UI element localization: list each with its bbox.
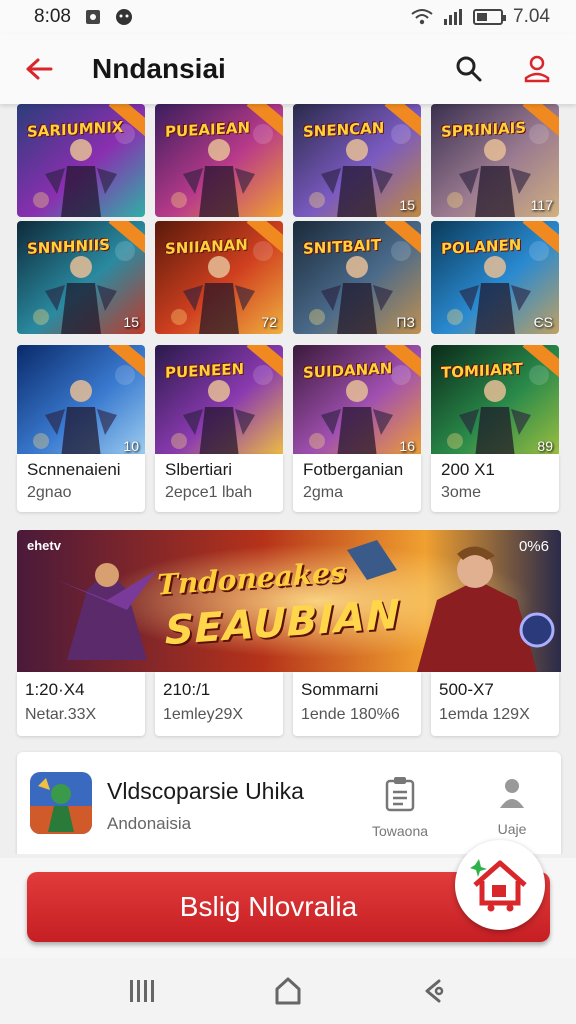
caption-subtitle: 2gnao bbox=[27, 484, 72, 501]
caption-subtitle: 2epce1 lbah bbox=[165, 484, 253, 501]
user-action-label: Uaje bbox=[497, 821, 527, 837]
game-tile[interactable]: PUENEEN bbox=[155, 345, 283, 458]
app-card[interactable]: Vldscoparsie Uhika Andonaisia Towaona Ua… bbox=[17, 752, 561, 854]
stat-value: 210:/1 bbox=[163, 680, 211, 699]
stats-row: 1:20·X4 Netar.33X 210:/1 1emley29X Sommarn… bbox=[17, 672, 561, 736]
profile-button[interactable] bbox=[520, 52, 554, 86]
game-grid-row: 10 PUENEEN SUIDANAN 16 TOMIIART 89 bbox=[17, 345, 561, 458]
stat-card[interactable]: 500-X7 1emda 129X bbox=[431, 672, 559, 736]
cta-label: Bslig Nlovralia bbox=[179, 891, 358, 922]
stat-value: 1:20·X4 bbox=[25, 680, 85, 699]
caption-title: Scnnenaieni bbox=[27, 460, 121, 479]
game-tile[interactable]: SNENCAN 15 bbox=[293, 104, 421, 217]
back-button[interactable] bbox=[22, 52, 56, 86]
person-icon bbox=[500, 779, 524, 808]
status-time: 8:08 bbox=[34, 6, 71, 27]
notification-icon bbox=[115, 9, 132, 25]
recents-button[interactable] bbox=[123, 971, 163, 1011]
search-icon bbox=[456, 56, 482, 82]
stat-label: 1ende 180%6 bbox=[301, 706, 400, 723]
game-tile[interactable]: PUEAIEAN bbox=[155, 104, 283, 217]
caption-subtitle: 3ome bbox=[441, 484, 482, 501]
game-tile[interactable]: SNIIANAN 72 bbox=[155, 221, 283, 334]
home-button[interactable] bbox=[268, 971, 308, 1011]
game-tile[interactable]: 10 bbox=[17, 345, 145, 458]
game-tile[interactable]: SNITBAIT ΠЗ bbox=[293, 221, 421, 334]
user-action[interactable]: Uaje bbox=[472, 776, 552, 837]
home-fab-button[interactable] bbox=[455, 840, 545, 930]
battery-text: 7.04 bbox=[513, 6, 550, 27]
app-icon-artwork bbox=[30, 772, 92, 834]
search-button[interactable] bbox=[452, 52, 486, 86]
stat-card[interactable]: Sommarni 1ende 180%6 bbox=[293, 672, 421, 736]
back-nav-button[interactable] bbox=[413, 971, 453, 1011]
clipboard-action[interactable]: Towaona bbox=[360, 776, 440, 839]
caption-title: Slbertiari bbox=[165, 460, 233, 479]
stat-value: 500-X7 bbox=[439, 680, 494, 699]
content: SARIUMNIX PUEAIEAN SNENCAN 15 SPRINIAIS 117 S… bbox=[0, 104, 576, 854]
game-tile[interactable]: POLANEN ЄS bbox=[431, 221, 559, 334]
game-caption[interactable]: Slbertiari 2epce1 lbah bbox=[155, 454, 283, 512]
recents-icon bbox=[129, 980, 154, 1002]
app-name: Vldscoparsie Uhika bbox=[107, 778, 304, 804]
tile-count: 10 bbox=[123, 438, 139, 454]
game-tile[interactable]: SUIDANAN 16 bbox=[293, 345, 421, 458]
stat-label: 1emda 129X bbox=[439, 706, 530, 723]
clipboard-icon bbox=[385, 777, 415, 812]
stat-card[interactable]: 210:/1 1emley29X bbox=[155, 672, 283, 736]
page-title: Nndansiai bbox=[92, 53, 226, 84]
stat-value: Sommarni bbox=[301, 680, 379, 699]
game-tile[interactable]: SNNHNIIS 15 bbox=[17, 221, 145, 334]
home-icon bbox=[275, 977, 301, 1005]
user-icon bbox=[524, 55, 550, 83]
banner-count: 0%6 bbox=[518, 538, 549, 555]
game-grid-row: SNNHNIIS 15 SNIIANAN 72 SNITBAIT ΠЗ POLANEN ЄS bbox=[17, 221, 561, 334]
caption-title: 200 X1 bbox=[441, 460, 495, 479]
tile-count: 15 bbox=[123, 314, 139, 330]
stat-card[interactable]: 1:20·X4 Netar.33X bbox=[17, 672, 145, 736]
banner-tag: ehetv bbox=[27, 538, 61, 553]
featured-banner[interactable]: ehetv 0%6 Tndoneakes SEAUBIAN bbox=[17, 530, 561, 672]
tile-count: ЄS bbox=[533, 314, 553, 330]
tile-count: 89 bbox=[537, 438, 553, 454]
stat-label: Netar.33X bbox=[25, 706, 97, 723]
tile-count: ΠЗ bbox=[396, 314, 415, 330]
wifi-icon bbox=[411, 9, 433, 25]
status-bar: 8:08 7.04 bbox=[0, 0, 576, 34]
system-nav-bar bbox=[0, 958, 576, 1024]
bottom-bar: Bslig Nlovralia bbox=[0, 840, 576, 958]
signal-icon bbox=[444, 9, 463, 25]
game-tile[interactable]: TOMIIART 89 bbox=[431, 345, 559, 458]
app-bar: Nndansiai bbox=[0, 34, 576, 104]
game-caption[interactable]: Scnnenaieni 2gnao bbox=[17, 454, 145, 512]
caption-subtitle: 2gma bbox=[303, 484, 344, 501]
back-arrow-icon bbox=[26, 58, 53, 80]
tile-count: 16 bbox=[399, 438, 415, 454]
back-chevron-icon bbox=[425, 979, 444, 1003]
stat-label: 1emley29X bbox=[163, 706, 244, 723]
caption-title: Fotberganian bbox=[303, 460, 404, 479]
game-tile[interactable]: SARIUMNIX bbox=[17, 104, 145, 217]
battery-icon bbox=[473, 9, 507, 25]
gallery-icon bbox=[85, 10, 100, 24]
tile-count: 72 bbox=[261, 314, 277, 330]
app-icon bbox=[30, 772, 92, 834]
app-subtitle: Andonaisia bbox=[107, 814, 192, 833]
game-caption[interactable]: Fotberganian 2gma bbox=[293, 454, 421, 512]
tile-count: 117 bbox=[530, 197, 553, 213]
game-grid-row: SARIUMNIX PUEAIEAN SNENCAN 15 SPRINIAIS 117 bbox=[17, 104, 561, 217]
clipboard-action-label: Towaona bbox=[371, 823, 429, 839]
caption-row: Scnnenaieni 2gnao Slbertiari 2epce1 lbah F… bbox=[17, 454, 561, 512]
house-cart-icon bbox=[470, 859, 527, 912]
game-tile[interactable]: SPRINIAIS 117 bbox=[431, 104, 559, 217]
tile-count: 15 bbox=[399, 197, 415, 213]
game-caption[interactable]: 200 X1 3ome bbox=[431, 454, 559, 512]
